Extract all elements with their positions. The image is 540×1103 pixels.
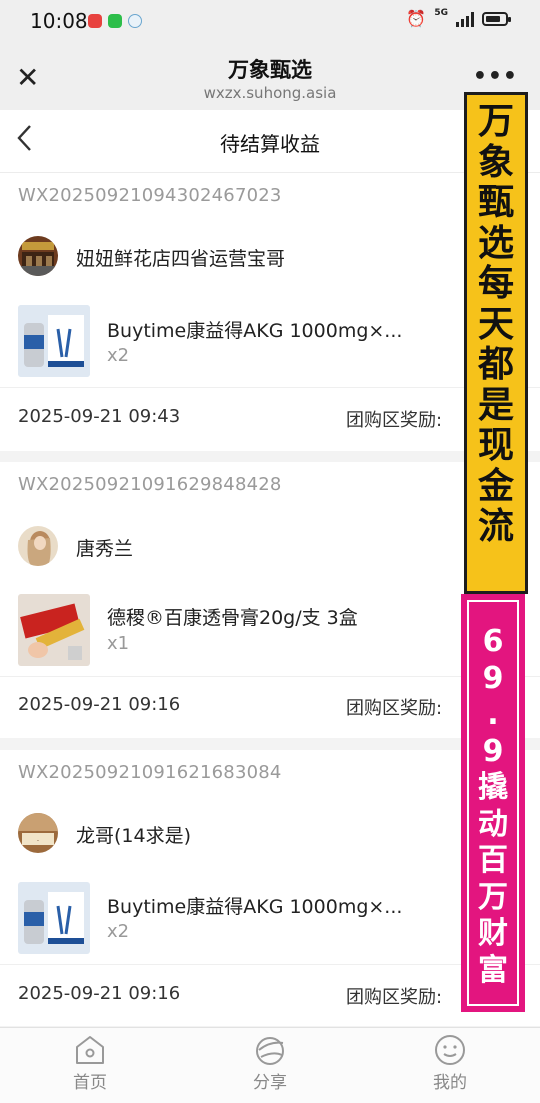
- app-title: 万象甄选: [228, 58, 312, 82]
- page-nav: 待结算收益: [0, 110, 540, 173]
- buyer-name: 龙哥(14求是): [76, 825, 192, 847]
- banner-char: 万: [478, 879, 508, 915]
- battery-icon: [482, 12, 511, 26]
- status-time: 10:08: [30, 9, 88, 33]
- banner-char: 财: [478, 916, 508, 951]
- share-icon: [256, 1037, 284, 1065]
- reward-label: 团购区奖励:: [346, 987, 443, 1008]
- order-time: 2025-09-21 09:43: [18, 406, 181, 427]
- banner-char: 动: [478, 806, 508, 842]
- banner-char: 都: [477, 343, 514, 385]
- reward-label: 团购区奖励:: [346, 698, 443, 719]
- banner-char: 现: [477, 424, 514, 466]
- order-card[interactable]: WX20250921091621683084 · 龙哥(14求是) Buytim…: [0, 750, 540, 1026]
- promo-banner-pink[interactable]: 69.9撬动百万财富: [461, 594, 525, 1012]
- profile-icon: [435, 1035, 465, 1065]
- buyer-avatar: ·: [18, 813, 58, 853]
- order-number: WX20250921094302467023: [18, 185, 282, 206]
- page-title: 待结算收益: [220, 132, 320, 156]
- order-number: WX20250921091621683084: [18, 762, 282, 783]
- banner-char: 天: [477, 302, 514, 345]
- banner-char: 9: [482, 733, 504, 769]
- card-divider: [0, 387, 540, 388]
- buyer-name: 唐秀兰: [76, 538, 134, 560]
- product-name: Buytime康益得AKG 1000mg×...: [107, 896, 403, 918]
- banner-char: 甄: [477, 181, 514, 223]
- product-name: Buytime康益得AKG 1000mg×...: [107, 320, 403, 342]
- wechat-icon: [108, 14, 122, 28]
- buyer-avatar: [18, 526, 58, 566]
- product-quantity: x1: [107, 633, 130, 654]
- banner-char: .: [487, 697, 499, 732]
- browser-icon: [128, 14, 142, 28]
- home-icon: [76, 1036, 104, 1064]
- status-right: ⏰ 5G: [406, 7, 511, 28]
- banner-char: 百: [478, 843, 508, 878]
- product-thumbnail: [18, 882, 90, 954]
- order-time: 2025-09-21 09:16: [18, 983, 181, 1004]
- banner-char: 富: [478, 952, 508, 988]
- product-name: 德稷®百康透骨膏20g/支 3盒: [107, 607, 358, 629]
- product-thumbnail: [18, 594, 90, 666]
- banner-char: 金: [477, 464, 514, 507]
- banner-char: 撬: [478, 770, 508, 805]
- promo-banner-yellow-text: 万象甄选每天都是现金流: [467, 101, 525, 547]
- tab-share[interactable]: 分享: [210, 1028, 330, 1103]
- order-card[interactable]: WX20250921091629848428 唐秀兰 德稷®百康透骨膏20g/支…: [0, 462, 540, 738]
- promo-banner-yellow[interactable]: 万象甄选每天都是现金流: [464, 92, 528, 594]
- tab-profile-label: 我的: [433, 1073, 467, 1093]
- order-time: 2025-09-21 09:16: [18, 694, 181, 715]
- product-quantity: x2: [107, 921, 130, 942]
- buyer-avatar: [18, 236, 58, 276]
- banner-char: 象: [477, 140, 514, 183]
- status-app-icons: [88, 14, 142, 28]
- svg-text:·: ·: [37, 837, 39, 845]
- tab-share-label: 分享: [253, 1073, 287, 1093]
- tab-home[interactable]: 首页: [30, 1028, 150, 1103]
- reward-label: 团购区奖励:: [346, 410, 443, 431]
- product-quantity: x2: [107, 345, 130, 366]
- more-icon[interactable]: •••: [473, 64, 518, 89]
- tab-home-label: 首页: [73, 1073, 107, 1093]
- bottom-tab-bar: 首页 分享 我的: [0, 1027, 540, 1103]
- promo-banner-pink-text: 69.9撬动百万财富: [461, 624, 525, 989]
- order-card[interactable]: WX20250921094302467023 妞妞鲜花店四省运营宝哥 Buyti…: [0, 173, 540, 451]
- card-divider: [0, 964, 540, 965]
- status-bar: 10:08 ⏰ 5G: [0, 0, 540, 44]
- signal-icon: [456, 11, 474, 27]
- product-thumbnail: [18, 305, 90, 377]
- app-header: ✕ 万象甄选 wxzx.suhong.asia •••: [0, 44, 540, 110]
- tab-profile[interactable]: 我的: [390, 1028, 510, 1103]
- banner-char: 9: [482, 660, 504, 696]
- banner-char: 流: [477, 505, 514, 547]
- card-divider: [0, 676, 540, 677]
- banner-char: 每: [477, 262, 514, 304]
- banner-char: 6: [482, 624, 504, 659]
- alarm-icon: ⏰: [406, 9, 427, 28]
- notification-app-icon: [88, 14, 102, 28]
- battery-level: [486, 16, 500, 22]
- network-type: 5G: [434, 7, 448, 18]
- order-number: WX20250921091629848428: [18, 474, 282, 495]
- buyer-name: 妞妞鲜花店四省运营宝哥: [76, 248, 286, 270]
- banner-char: 万: [477, 100, 514, 142]
- banner-char: 选: [477, 221, 514, 264]
- app-url: wxzx.suhong.asia: [203, 84, 337, 102]
- banner-char: 是: [477, 383, 514, 426]
